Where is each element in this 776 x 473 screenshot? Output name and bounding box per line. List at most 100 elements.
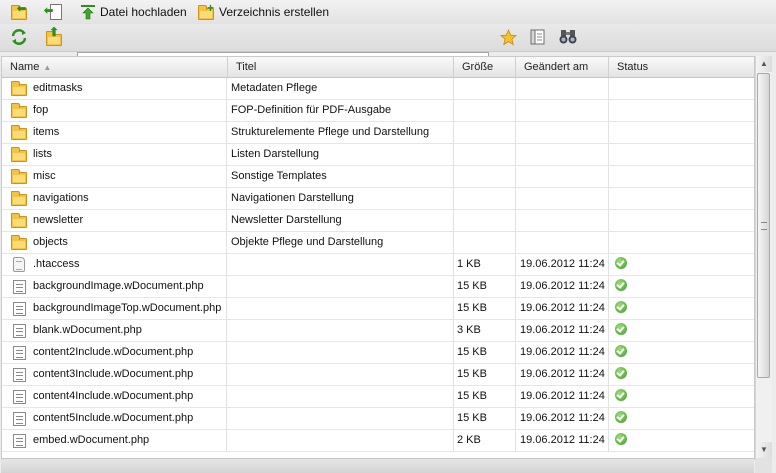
status-cell bbox=[609, 298, 754, 319]
folder-icon bbox=[11, 213, 27, 228]
horizontal-scrollbar[interactable] bbox=[1, 458, 754, 473]
table-row[interactable]: embed.wDocument.php 2 KB 19.06.2012 11:2… bbox=[2, 430, 754, 452]
title-cell: Navigationen Darstellung bbox=[227, 188, 454, 209]
modified-cell bbox=[516, 188, 609, 209]
table-row[interactable]: editmasks Metadaten Pflege bbox=[2, 78, 754, 100]
column-header-status[interactable]: Status bbox=[609, 57, 754, 77]
status-cell bbox=[609, 100, 754, 121]
search-button[interactable] bbox=[559, 28, 577, 45]
upload-file-label: Datei hochladen bbox=[100, 5, 187, 19]
file-name: embed.wDocument.php bbox=[33, 434, 150, 446]
status-cell bbox=[609, 232, 754, 253]
view-toggle-button[interactable] bbox=[530, 29, 545, 45]
name-cell: embed.wDocument.php bbox=[2, 430, 227, 451]
toolbar-secondary: ⬆ bbox=[0, 24, 776, 69]
binoculars-icon bbox=[559, 28, 577, 45]
status-ok-icon bbox=[615, 367, 627, 379]
table-row[interactable]: misc Sonstige Templates bbox=[2, 166, 754, 188]
status-cell bbox=[609, 364, 754, 385]
text-file-icon bbox=[13, 257, 25, 272]
status-cell bbox=[609, 210, 754, 231]
table-row[interactable]: navigations Navigationen Darstellung bbox=[2, 188, 754, 210]
scroll-down-arrow[interactable]: ▼ bbox=[756, 442, 772, 458]
folder-icon bbox=[11, 191, 27, 206]
title-cell bbox=[227, 320, 454, 341]
name-cell: editmasks bbox=[2, 78, 227, 99]
size-cell: 2 KB bbox=[454, 430, 516, 451]
name-cell: content4Include.wDocument.php bbox=[2, 386, 227, 407]
column-header-name-label: Name bbox=[10, 61, 40, 73]
name-cell: misc bbox=[2, 166, 227, 187]
name-cell: .htaccess bbox=[2, 254, 227, 275]
back-button[interactable]: ⬅ bbox=[44, 2, 62, 22]
title-cell: Newsletter Darstellung bbox=[227, 210, 454, 231]
size-cell: 3 KB bbox=[454, 320, 516, 341]
table-row[interactable]: items Strukturelemente Pflege und Darste… bbox=[2, 122, 754, 144]
toolbar-primary: ⬅ ⬅ Datei hochladen + Verzeichnis erstel… bbox=[0, 0, 776, 24]
table-row[interactable]: backgroundImageTop.wDocument.php 15 KB 1… bbox=[2, 298, 754, 320]
table-row[interactable]: objects Objekte Pflege und Darstellung bbox=[2, 232, 754, 254]
file-name: .htaccess bbox=[33, 258, 80, 270]
refresh-button[interactable] bbox=[10, 28, 28, 46]
file-name: lists bbox=[33, 148, 52, 160]
title-cell: Objekte Pflege und Darstellung bbox=[227, 232, 454, 253]
size-cell: 15 KB bbox=[454, 386, 516, 407]
create-directory-button[interactable]: + Verzeichnis erstellen bbox=[197, 1, 329, 22]
name-cell: backgroundImageTop.wDocument.php bbox=[2, 298, 227, 319]
upload-file-button[interactable]: Datei hochladen bbox=[80, 2, 187, 22]
table-row[interactable]: .htaccess 1 KB 19.06.2012 11:24 bbox=[2, 254, 754, 276]
document-icon bbox=[13, 302, 26, 316]
folder-up-button[interactable]: ⬅ bbox=[10, 2, 30, 22]
size-cell bbox=[454, 210, 516, 231]
column-header-name[interactable]: Name ▲ bbox=[2, 57, 228, 77]
table-row[interactable]: content2Include.wDocument.php 15 KB 19.0… bbox=[2, 342, 754, 364]
status-ok-icon bbox=[615, 257, 627, 269]
status-cell bbox=[609, 320, 754, 341]
size-cell: 15 KB bbox=[454, 342, 516, 363]
table-row[interactable]: lists Listen Darstellung bbox=[2, 144, 754, 166]
document-icon bbox=[13, 390, 26, 404]
scrollbar-thumb[interactable] bbox=[757, 73, 770, 378]
title-cell: Metadaten Pflege bbox=[227, 78, 454, 99]
vertical-scrollbar[interactable]: ▲ ▼ bbox=[755, 56, 772, 458]
file-name: content2Include.wDocument.php bbox=[33, 346, 194, 358]
grid-header: Name ▲ Titel Größe Geändert am Status bbox=[2, 57, 754, 78]
name-cell: content2Include.wDocument.php bbox=[2, 342, 227, 363]
name-cell: fop bbox=[2, 100, 227, 121]
table-row[interactable]: newsletter Newsletter Darstellung bbox=[2, 210, 754, 232]
column-header-size[interactable]: Größe bbox=[454, 57, 516, 77]
table-row[interactable]: backgroundImage.wDocument.php 15 KB 19.0… bbox=[2, 276, 754, 298]
status-cell bbox=[609, 386, 754, 407]
column-header-title[interactable]: Titel bbox=[228, 57, 454, 77]
title-cell bbox=[227, 276, 454, 297]
title-cell bbox=[227, 408, 454, 429]
name-cell: items bbox=[2, 122, 227, 143]
size-cell: 15 KB bbox=[454, 364, 516, 385]
table-row[interactable]: content3Include.wDocument.php 15 KB 19.0… bbox=[2, 364, 754, 386]
table-row[interactable]: fop FOP-Definition für PDF-Ausgabe bbox=[2, 100, 754, 122]
file-name: backgroundImageTop.wDocument.php bbox=[33, 302, 222, 314]
table-row[interactable]: content5Include.wDocument.php 15 KB 19.0… bbox=[2, 408, 754, 430]
status-ok-icon bbox=[615, 411, 627, 423]
name-cell: objects bbox=[2, 232, 227, 253]
home-folder-button[interactable]: ⬆ bbox=[44, 26, 64, 47]
folder-icon bbox=[11, 125, 27, 140]
modified-cell: 19.06.2012 11:24 bbox=[516, 298, 609, 319]
status-ok-icon bbox=[615, 301, 627, 313]
title-cell bbox=[227, 342, 454, 363]
document-icon bbox=[13, 280, 26, 294]
size-cell: 1 KB bbox=[454, 254, 516, 275]
favorite-button[interactable] bbox=[500, 28, 517, 46]
scroll-up-arrow[interactable]: ▲ bbox=[756, 56, 772, 72]
file-name: navigations bbox=[33, 192, 89, 204]
column-header-modified[interactable]: Geändert am bbox=[516, 57, 609, 77]
modified-cell bbox=[516, 144, 609, 165]
title-cell bbox=[227, 430, 454, 451]
file-name: backgroundImage.wDocument.php bbox=[33, 280, 204, 292]
status-cell bbox=[609, 254, 754, 275]
name-cell: newsletter bbox=[2, 210, 227, 231]
size-cell bbox=[454, 100, 516, 121]
name-cell: content5Include.wDocument.php bbox=[2, 408, 227, 429]
table-row[interactable]: blank.wDocument.php 3 KB 19.06.2012 11:2… bbox=[2, 320, 754, 342]
table-row[interactable]: content4Include.wDocument.php 15 KB 19.0… bbox=[2, 386, 754, 408]
